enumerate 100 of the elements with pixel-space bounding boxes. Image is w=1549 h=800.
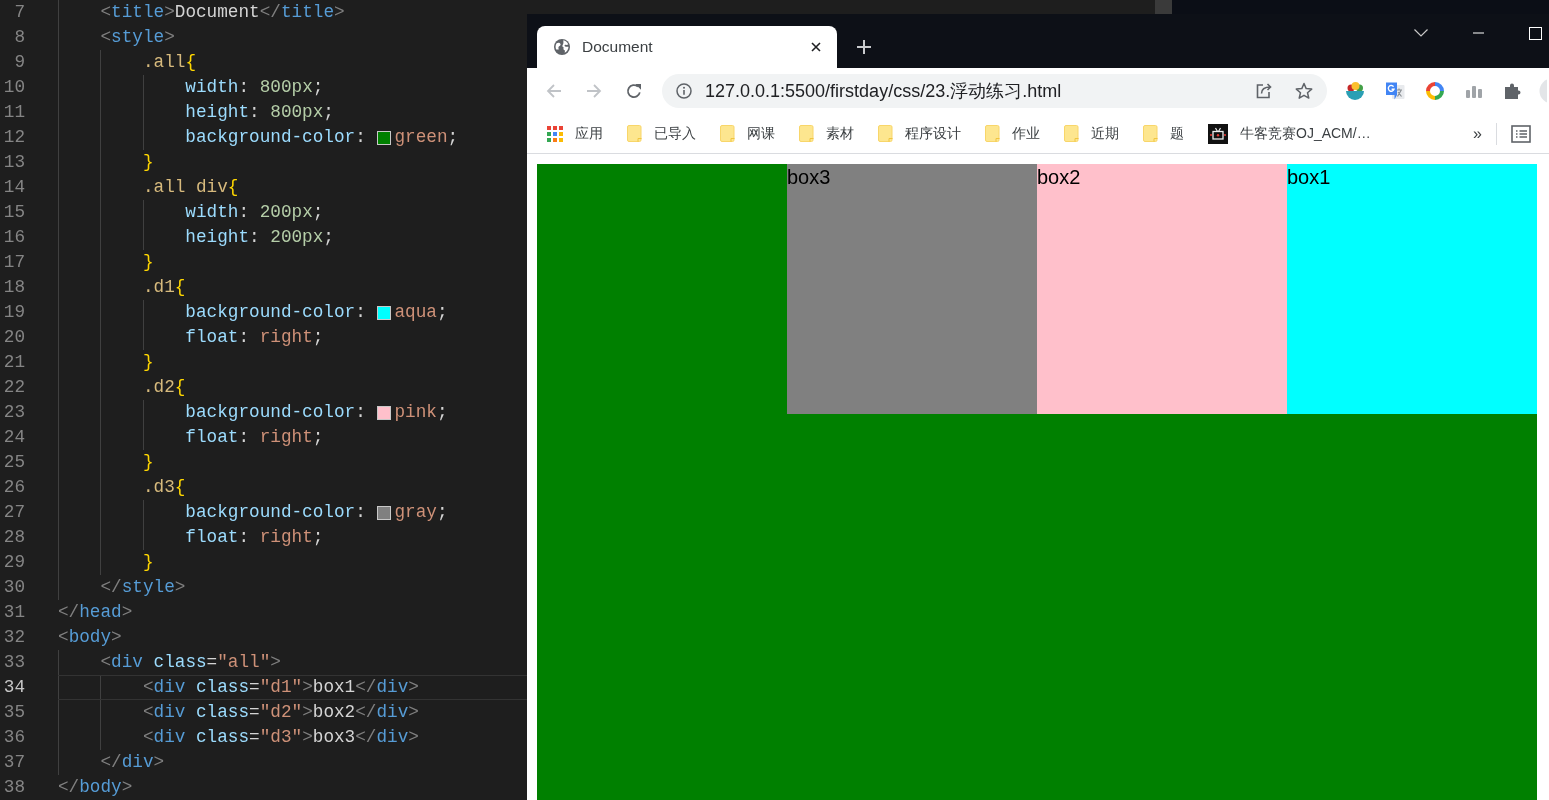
code-text: background-color: (185, 401, 367, 424)
code-text: <body> (58, 626, 122, 649)
line-number: 19 (2, 301, 25, 324)
line-number: 25 (2, 451, 25, 474)
line-number: 22 (2, 376, 25, 399)
folder-icon (878, 125, 893, 142)
share-icon[interactable] (1255, 82, 1273, 100)
code-text: .all div{ (142, 176, 239, 199)
code-text: <div class="d1">box1</div> (142, 676, 419, 699)
folder-icon (799, 125, 814, 142)
line-number: 18 (2, 276, 25, 299)
code-text: <div class="d2">box2</div> (142, 701, 419, 724)
code-text: float: right; (185, 426, 324, 449)
code-text: gray; (394, 501, 448, 524)
folder-icon (1064, 125, 1079, 142)
code-text: <div class="d3">box3</div> (142, 726, 419, 749)
info-icon[interactable] (676, 83, 692, 99)
line-number: 33 (2, 651, 25, 674)
block-label: box3 (787, 166, 831, 188)
line-number: 8 (13, 26, 25, 49)
code-text: } (142, 251, 154, 274)
line-number: 27 (2, 501, 25, 524)
code-text: <style> (100, 26, 175, 49)
line-number: 35 (2, 701, 25, 724)
code-text: float: right; (185, 526, 324, 549)
grid-icon (547, 125, 563, 142)
line-number: 31 (2, 601, 25, 624)
block-label: box1 (1287, 166, 1331, 188)
chevron-down-icon[interactable] (1414, 29, 1428, 37)
line-number: 11 (2, 101, 25, 124)
plus-icon[interactable] (856, 39, 872, 55)
line-number: 16 (2, 226, 25, 249)
ring-icon[interactable] (1425, 81, 1445, 101)
bookmark-item[interactable]: 作业 (985, 124, 1040, 143)
code-text: } (142, 151, 154, 174)
line-number: 10 (2, 76, 25, 99)
url-text: 127.0.0.1:5500/firstday/css/23.浮动练习.html (705, 80, 1063, 103)
bookmark-item[interactable]: 题 (1143, 124, 1184, 143)
code-text: background-color: (185, 126, 367, 149)
line-number: 17 (2, 251, 25, 274)
code-text: .d2{ (142, 376, 186, 399)
globe-icon (554, 39, 570, 55)
browser-tab[interactable]: Document (537, 26, 837, 68)
folder-icon (627, 125, 642, 142)
reload-icon[interactable] (626, 83, 642, 99)
line-number: 21 (2, 351, 25, 374)
line-number: 23 (2, 401, 25, 424)
list-icon[interactable] (1511, 124, 1531, 143)
block-label: box2 (1037, 166, 1081, 188)
close-icon[interactable] (811, 42, 821, 52)
code-text: </body> (58, 776, 133, 799)
line-number: 20 (2, 326, 25, 349)
line-number: 24 (2, 426, 25, 449)
code-text: float: right; (185, 326, 324, 349)
code-text: height: 200px; (185, 226, 334, 249)
line-number: 14 (2, 176, 25, 199)
bookmark-item[interactable]: 牛客竞赛OJ_ACM/… (1208, 123, 1371, 144)
puzzle-icon[interactable] (1503, 82, 1521, 100)
line-number: 29 (2, 551, 25, 574)
line-number: 30 (2, 576, 25, 599)
line-number: 9 (13, 51, 25, 74)
address-bar[interactable]: 127.0.0.1:5500/firstday/css/23.浮动练习.html (662, 74, 1327, 108)
code-text: width: 200px; (185, 201, 324, 224)
bookmark-item[interactable]: 程序设计 (878, 124, 961, 143)
code-text: height: 800px; (185, 101, 334, 124)
line-number: 38 (2, 776, 25, 799)
code-text: <title>Document</title> (100, 1, 345, 24)
bookmarks-overflow-button[interactable]: » (1473, 124, 1482, 143)
tv-icon (1208, 123, 1228, 144)
line-number: 34 (2, 676, 25, 699)
code-text: .d3{ (142, 476, 186, 499)
folder-icon (985, 125, 1000, 142)
folder-icon (1143, 125, 1158, 142)
code-text: aqua; (394, 301, 448, 324)
code-text: </style> (100, 576, 186, 599)
code-text: <div class="all"> (100, 651, 281, 674)
code-text: background-color: (185, 301, 367, 324)
bookmark-item[interactable]: 已导入 (627, 124, 696, 143)
line-number: 28 (2, 526, 25, 549)
code-text: } (142, 351, 154, 374)
folder-icon (720, 125, 735, 142)
line-number: 26 (2, 476, 25, 499)
maximize-icon[interactable] (1529, 26, 1542, 40)
line-number: 36 (2, 726, 25, 749)
code-text: </head> (58, 601, 133, 624)
bookmark-item[interactable]: 素材 (799, 124, 854, 143)
star-icon[interactable] (1295, 82, 1313, 100)
bookmark-item[interactable]: 应用 (547, 124, 603, 143)
bookmark-item[interactable]: 近期 (1064, 124, 1119, 143)
code-text: pink; (394, 401, 448, 424)
line-number: 12 (2, 126, 25, 149)
bookmark-item[interactable]: 网课 (720, 124, 775, 143)
code-text: background-color: (185, 501, 367, 524)
bowl-icon[interactable] (1345, 81, 1365, 101)
translate-icon[interactable] (1385, 81, 1405, 101)
code-text: } (142, 551, 154, 574)
line-number: 7 (13, 1, 25, 24)
code-text: width: 800px; (185, 76, 324, 99)
code-text: .d1{ (142, 276, 186, 299)
code-text: green; (394, 126, 459, 149)
